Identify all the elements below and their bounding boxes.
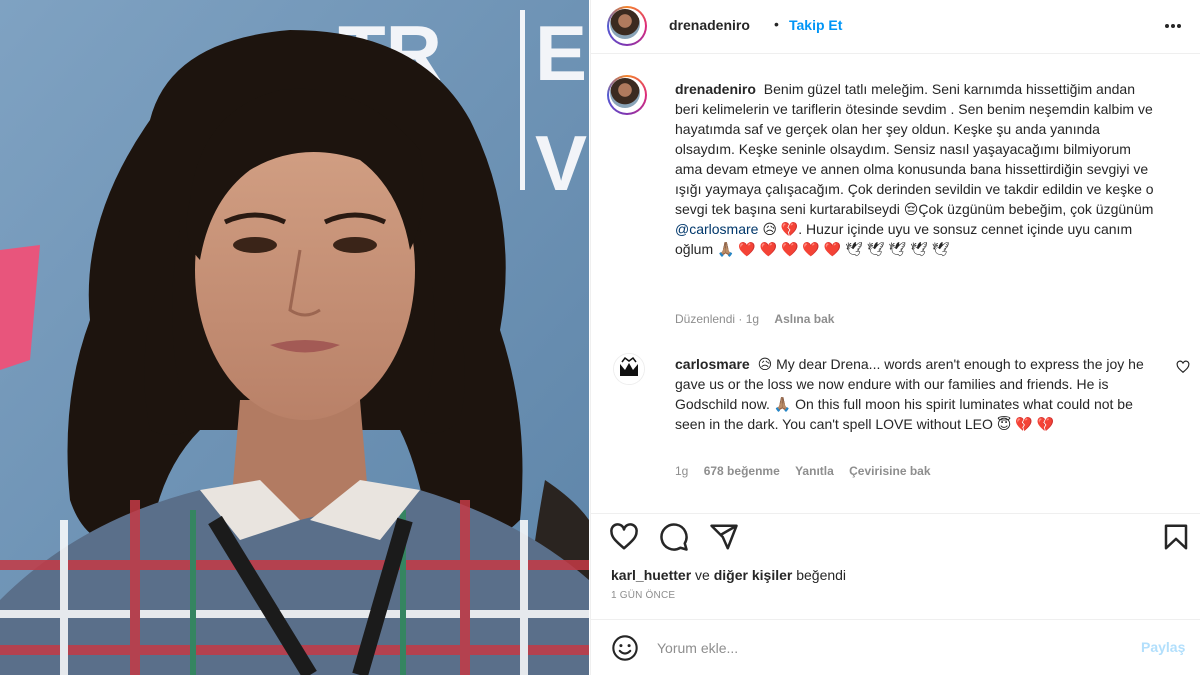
comment-username[interactable]: carlosmare xyxy=(675,356,750,372)
post-timestamp[interactable]: 1 GÜN ÖNCE xyxy=(611,590,675,601)
comment-meta: 1g 678 beğenme Yanıtla Çevirisine bak xyxy=(675,464,931,478)
liked-by-user[interactable]: karl_huetter xyxy=(611,567,691,583)
backdrop-letters-v: V xyxy=(535,119,587,207)
liked-by-conj: ve xyxy=(695,567,710,583)
comment-time: 1g xyxy=(675,464,689,478)
liked-by: karl_huetter ve diğer kişiler beğendi xyxy=(611,567,846,583)
backdrop-letters-e: E xyxy=(535,9,587,97)
bookmark-icon[interactable] xyxy=(1161,522,1191,552)
emoji-icon[interactable] xyxy=(611,634,639,662)
caption-text-before: Benim güzel tatlı meleğim. Seni karnımda… xyxy=(675,81,1154,217)
reply-button[interactable]: Yanıtla xyxy=(795,464,834,478)
see-translation-link[interactable]: Çevirisine bak xyxy=(849,464,930,478)
caption-username[interactable]: drenadeniro xyxy=(675,81,756,97)
caption-edited: Düzenlendi · 1g xyxy=(675,312,760,326)
caption-mention[interactable]: @carlosmare xyxy=(675,221,758,237)
post-photo-image: TR T E V xyxy=(0,0,589,675)
comment-likes[interactable]: 678 beğenme xyxy=(704,464,780,478)
liked-by-others[interactable]: diğer kişiler xyxy=(714,567,793,583)
author-avatar[interactable] xyxy=(607,6,647,46)
caption-meta: Düzenlendi · 1g Aslına bak xyxy=(675,312,834,326)
caption: drenadeniro Benim güzel tatlı meleğim. S… xyxy=(675,79,1161,259)
comment-box: Paylaş xyxy=(591,619,1200,675)
author-username[interactable]: drenadeniro xyxy=(669,17,750,33)
heart-icon[interactable] xyxy=(609,522,639,552)
caption-avatar[interactable] xyxy=(607,75,647,115)
post-comment-button[interactable]: Paylaş xyxy=(1141,639,1185,655)
header-separator: • xyxy=(774,16,779,32)
liked-by-suffix: beğendi xyxy=(796,567,847,583)
action-bar xyxy=(591,513,1200,561)
commenter-logo-icon xyxy=(614,354,644,384)
comment: carlosmare 😥 My dear Drena... words aren… xyxy=(675,354,1161,434)
follow-button[interactable]: Takip Et xyxy=(789,17,842,33)
more-options-icon[interactable] xyxy=(1161,16,1185,36)
comment-like-icon[interactable] xyxy=(1176,360,1190,374)
post-photo[interactable]: TR T E V xyxy=(0,0,589,675)
commenter-avatar[interactable] xyxy=(613,353,645,385)
post-panel: drenadeniro • Takip Et drenadeniro Benim… xyxy=(590,0,1200,675)
comment-input[interactable] xyxy=(657,637,1117,659)
comment-icon[interactable] xyxy=(659,522,689,552)
share-icon[interactable] xyxy=(709,522,739,552)
post-header: drenadeniro • Takip Et xyxy=(591,0,1200,54)
see-original-link[interactable]: Aslına bak xyxy=(774,312,834,326)
comments-section: drenadeniro Benim güzel tatlı meleğim. S… xyxy=(591,55,1200,513)
